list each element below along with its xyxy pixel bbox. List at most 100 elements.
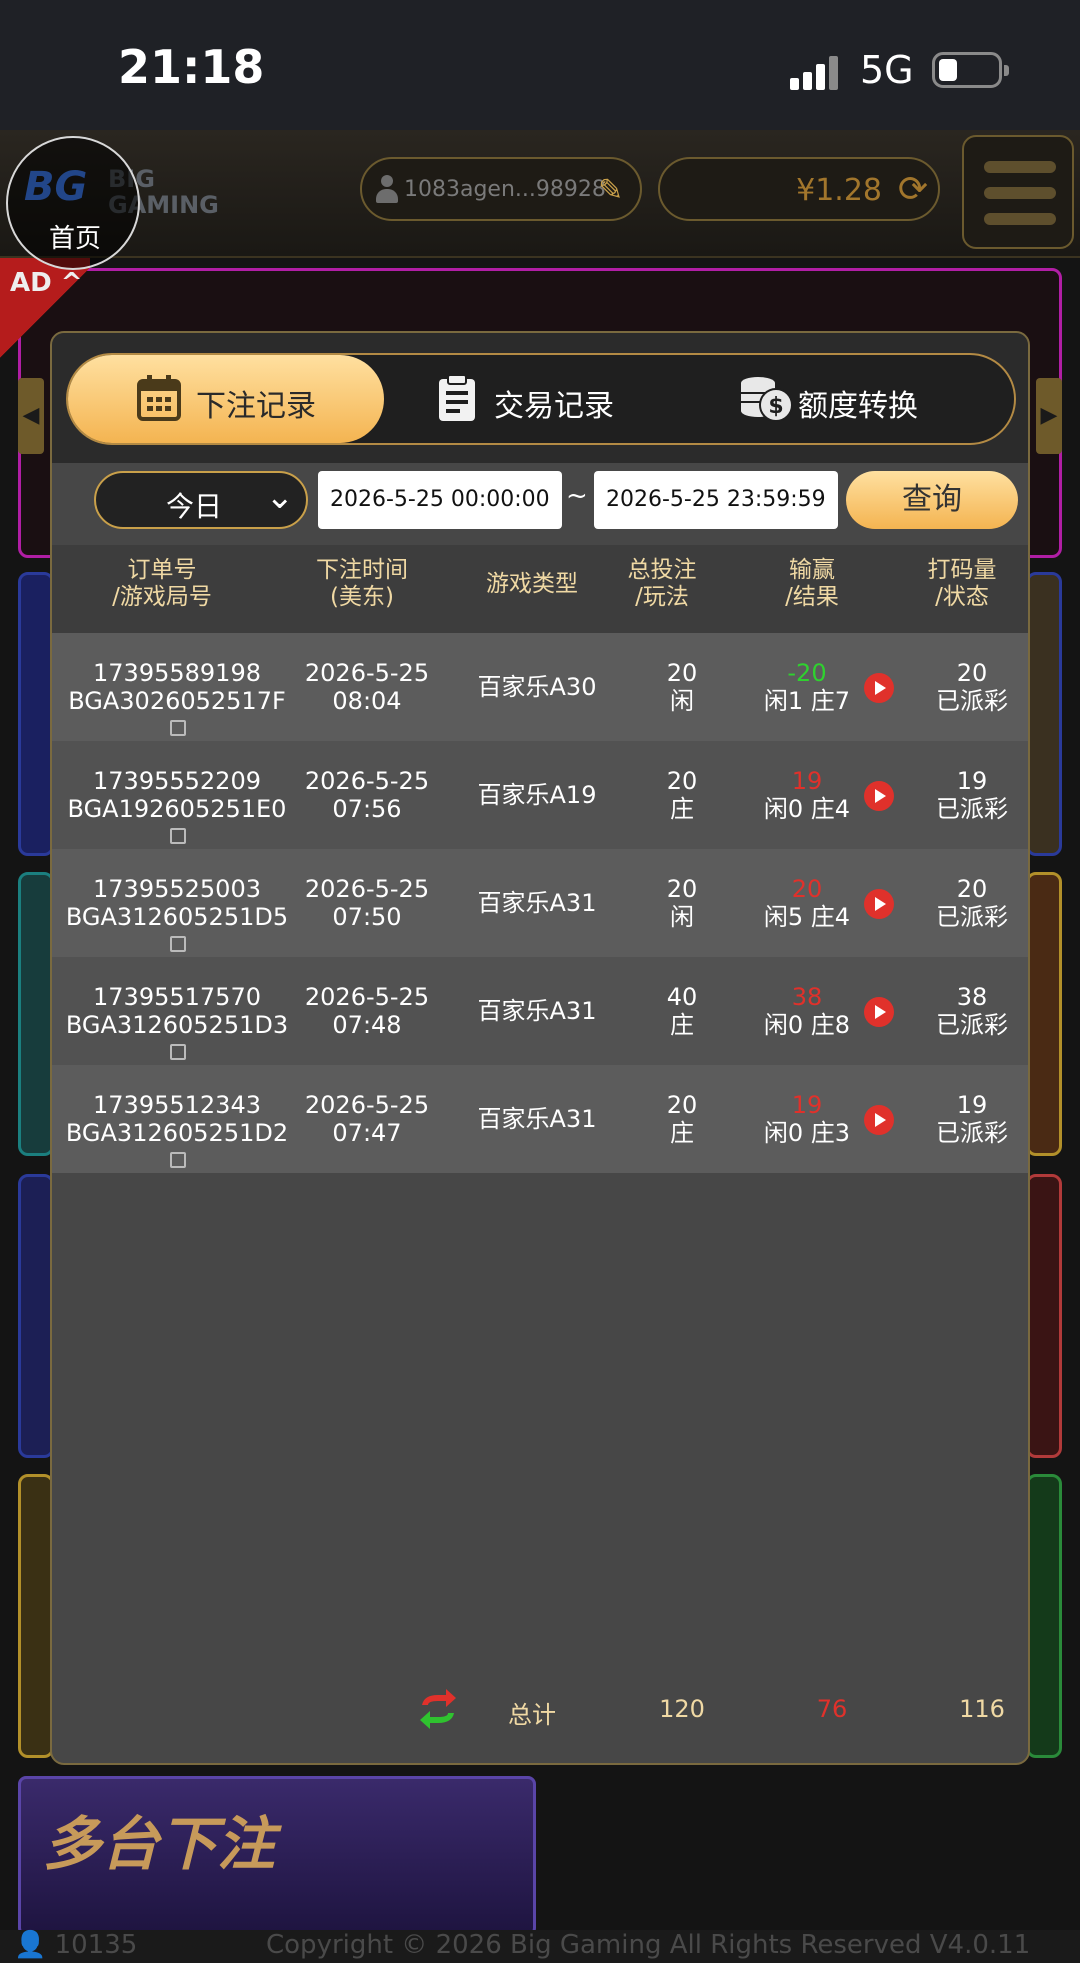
time-cell: 2026-5-25 07:48 [304, 983, 430, 1039]
copy-icon[interactable] [170, 720, 186, 736]
menu-button[interactable] [962, 135, 1074, 249]
table-row[interactable]: 17395512343 BGA312605251D2 2026-5-25 07:47… [52, 1065, 1028, 1175]
period-value: 今日 [166, 490, 223, 523]
footer: 👤 10135 Copyright © 2026 Big Gaming All … [0, 1930, 1080, 1963]
game-tile[interactable] [18, 1174, 54, 1458]
tab-group: 下注记录 交易记录 $ 额度转换 [66, 353, 1016, 445]
signal-icon [790, 54, 842, 90]
online-count: 👤 10135 [14, 1930, 138, 1960]
order-cell: 17395552209 BGA192605251E0 [62, 767, 292, 851]
game-cell: 百家乐A31 [477, 997, 597, 1025]
volume-cell: 20 已派彩 [936, 659, 1008, 715]
period-select[interactable]: 今日 ⌄ [94, 471, 308, 529]
svg-text:$: $ [768, 394, 783, 419]
play-icon[interactable] [864, 1105, 894, 1135]
swap-arrows-icon[interactable] [418, 1687, 458, 1731]
tab-label: 额度转换 [798, 389, 918, 424]
col-winloss: 输赢/结果 [785, 557, 839, 610]
copy-icon[interactable] [170, 936, 186, 952]
time-cell: 2026-5-25 08:04 [304, 659, 430, 715]
game-tile[interactable] [18, 1474, 54, 1758]
tab-label: 交易记录 [494, 389, 614, 424]
table-row[interactable]: 17395517570 BGA312605251D3 2026-5-25 07:48… [52, 957, 1028, 1067]
calendar-icon [137, 375, 181, 421]
ad-toggle[interactable]: AD ^ [10, 268, 83, 298]
time-cell: 2026-5-25 07:56 [304, 767, 430, 823]
order-cell: 17395525003 BGA312605251D5 [62, 875, 292, 959]
game-tile[interactable] [1026, 1474, 1062, 1758]
col-total-bet: 总投注/玩法 [627, 557, 697, 610]
play-icon[interactable] [864, 781, 894, 811]
home-label: 首页 [48, 224, 101, 254]
order-cell: 17395512343 BGA312605251D2 [62, 1091, 292, 1175]
refresh-icon[interactable]: ⟳ [898, 169, 928, 210]
copy-icon[interactable] [170, 1044, 186, 1060]
table-row[interactable]: 17395525003 BGA312605251D5 2026-5-25 07:50… [52, 849, 1028, 959]
game-tile[interactable] [18, 872, 54, 1156]
winloss-cell: 19 闲0 庄3 [763, 1091, 851, 1147]
battery-icon [932, 52, 1009, 88]
multi-table-promo[interactable]: 多台下注 [18, 1776, 536, 1936]
totals-row: 总计 120 76 116 [52, 1685, 1028, 1745]
play-icon[interactable] [864, 889, 894, 919]
time-cell: 2026-5-25 07:50 [304, 875, 430, 931]
bet-cell: 20 闲 [666, 875, 698, 931]
tab-label: 下注记录 [196, 389, 316, 424]
tab-bet-records[interactable]: 下注记录 [68, 355, 384, 443]
winloss-cell: 38 闲0 庄8 [763, 983, 851, 1039]
tab-credit-transfer[interactable]: $ 额度转换 [700, 355, 1016, 443]
volume-cell: 19 已派彩 [936, 767, 1008, 823]
winloss-cell: 20 闲5 庄4 [763, 875, 851, 931]
volume-cell: 19 已派彩 [936, 1091, 1008, 1147]
pencil-icon[interactable]: ✎ [598, 173, 623, 208]
copy-icon[interactable] [170, 828, 186, 844]
banner-prev-arrow[interactable]: ◀ [18, 378, 44, 454]
totals-label: 总计 [508, 1701, 556, 1729]
volume-cell: 20 已派彩 [936, 875, 1008, 931]
balance-amount: ¥1.28 [796, 173, 882, 208]
home-button[interactable]: BG 首页 [6, 136, 140, 270]
game-cell: 百家乐A31 [477, 889, 597, 917]
game-tile[interactable] [1026, 872, 1062, 1156]
network-type: 5G [860, 48, 914, 92]
game-cell: 百家乐A19 [477, 781, 597, 809]
time-cell: 2026-5-25 07:47 [304, 1091, 430, 1147]
query-button[interactable]: 查询 [846, 471, 1018, 529]
totals-volume: 116 [959, 1695, 1005, 1723]
records-modal: 下注记录 交易记录 $ 额度转换 今日 ⌄ 2026-5-25 00:00:00… [50, 331, 1030, 1765]
game-cell: 百家乐A30 [477, 673, 597, 701]
clipboard-icon [439, 374, 475, 421]
game-tile[interactable] [1026, 572, 1062, 856]
tab-bar: 下注记录 交易记录 $ 额度转换 [52, 333, 1028, 463]
start-datetime-input[interactable]: 2026-5-25 00:00:00 [318, 471, 562, 529]
status-time: 21:18 [118, 40, 265, 94]
table-row[interactable]: 17395589198 BGA3026052517F 2026-5-25 08:04… [52, 633, 1028, 741]
play-icon[interactable] [864, 673, 894, 703]
promo-title: 多台下注 [43, 1810, 276, 1878]
end-datetime-input[interactable]: 2026-5-25 23:59:59 [594, 471, 838, 529]
date-separator: ~ [566, 481, 588, 511]
totals-winloss: 76 [816, 1695, 848, 1723]
col-game-type: 游戏类型 [486, 571, 578, 597]
table-row[interactable]: 17395552209 BGA192605251E0 2026-5-25 07:56… [52, 741, 1028, 851]
tab-transaction-records[interactable]: 交易记录 [384, 355, 700, 443]
bg-logo-icon: BG [24, 164, 88, 210]
status-bar: 21:18 5G [0, 0, 1080, 130]
game-tile[interactable] [1026, 1174, 1062, 1458]
order-cell: 17395517570 BGA312605251D3 [62, 983, 292, 1067]
user-account-pill[interactable]: 1083agen...98928 ✎ [360, 157, 642, 221]
bet-cell: 20 庄 [666, 1091, 698, 1147]
filter-row: 今日 ⌄ 2026-5-25 00:00:00 ~ 2026-5-25 23:5… [52, 463, 1028, 545]
col-order: 订单号/游戏局号 [112, 557, 212, 610]
winloss-cell: 19 闲0 庄4 [763, 767, 851, 823]
game-tile[interactable] [18, 572, 54, 856]
play-icon[interactable] [864, 997, 894, 1027]
hamburger-icon [984, 161, 1056, 173]
balance-pill: ¥1.28 ⟳ [658, 157, 940, 221]
banner-next-arrow[interactable]: ▶ [1036, 378, 1062, 454]
chevron-down-icon: ⌄ [265, 477, 295, 517]
col-volume: 打码量/状态 [927, 557, 997, 610]
coins-icon: $ [741, 377, 793, 422]
copy-icon[interactable] [170, 1152, 186, 1168]
totals-bet: 120 [659, 1695, 705, 1723]
